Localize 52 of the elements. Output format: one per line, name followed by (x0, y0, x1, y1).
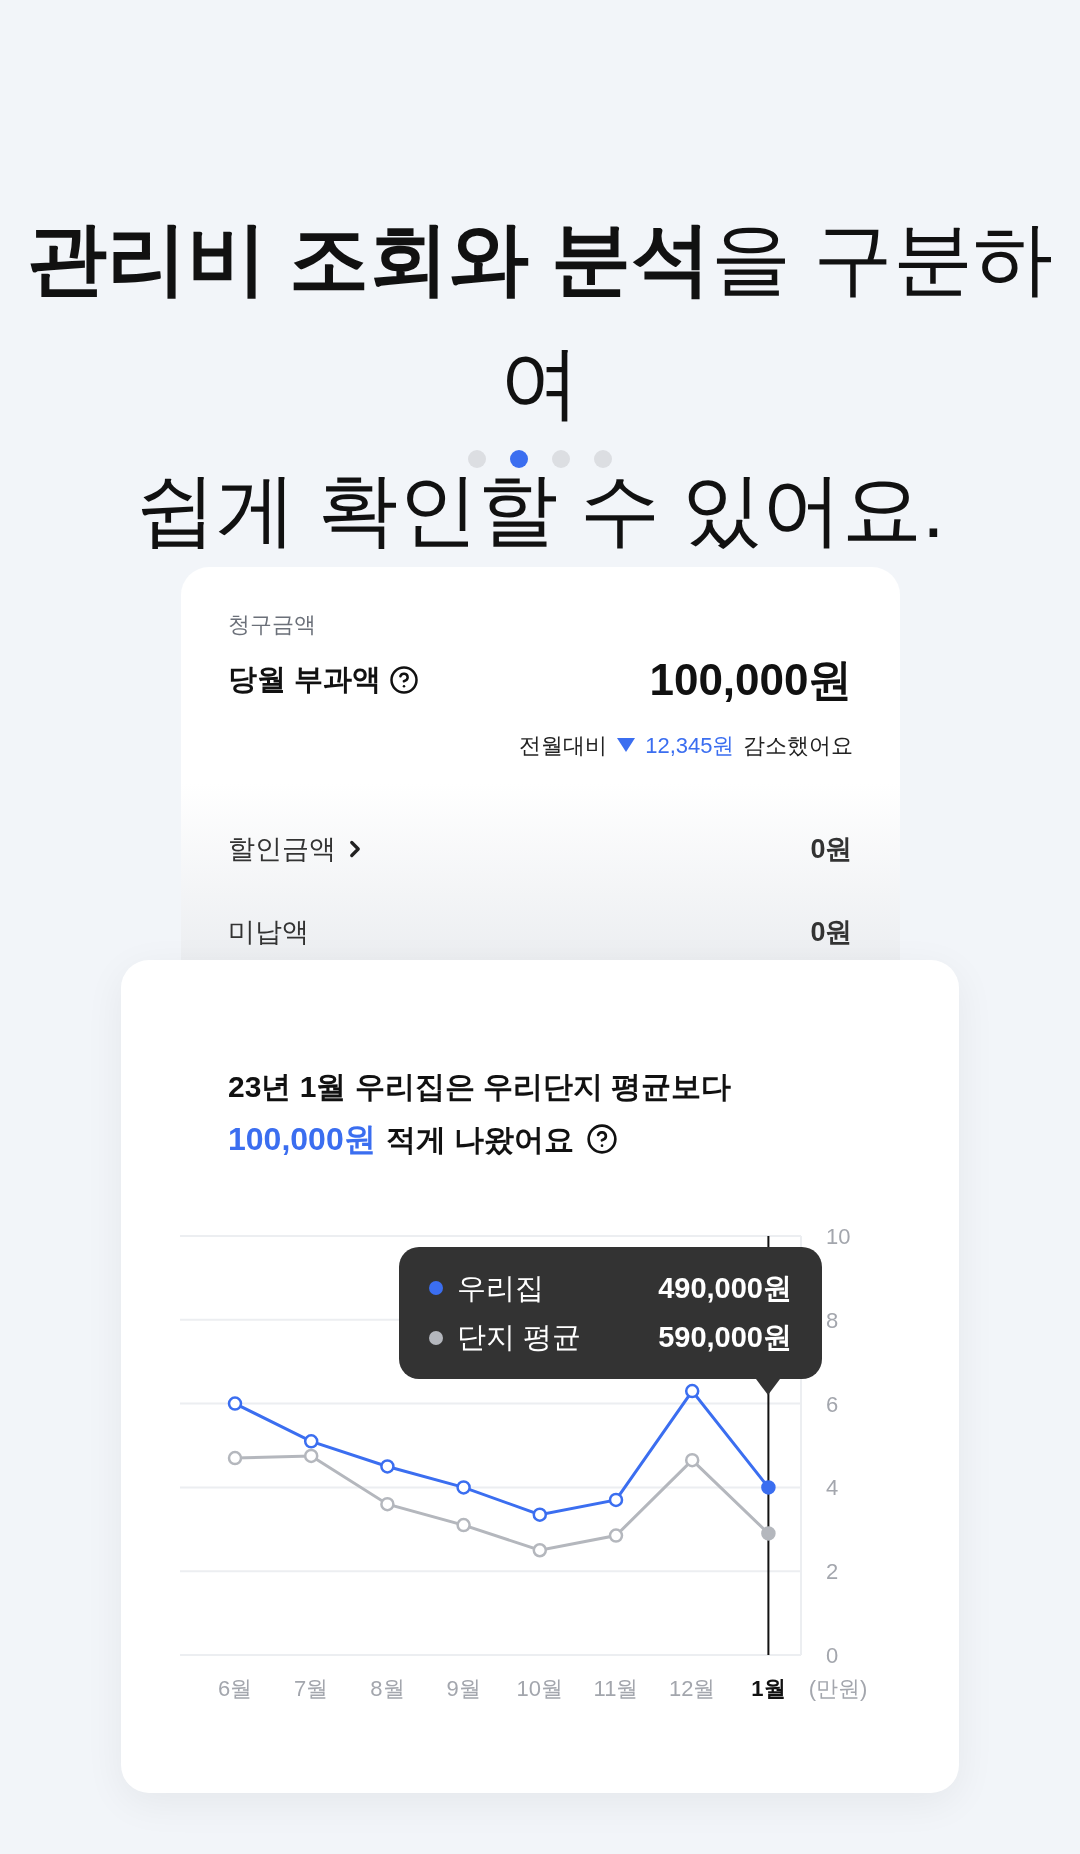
data-point (456, 1517, 471, 1533)
data-point (608, 1528, 624, 1543)
row-value: 0원 (810, 832, 853, 866)
axis-tick-label: 2 (826, 1559, 839, 1585)
headline: 관리비 조회와 분석을 구분하여 (25, 213, 1055, 429)
axis-tick-label: 4 (826, 1475, 839, 1501)
data-point (684, 1452, 700, 1468)
charge-label: 당월 부과액 (227, 662, 381, 698)
row-value: 0원 (810, 915, 853, 949)
analysis-title: 23년 1월 우리집은 우리단지 평균보다 (227, 1069, 733, 1105)
tooltip-label: 단지 평균 (457, 1320, 582, 1355)
headline: 쉽게 확인할 수 있어요. (134, 470, 946, 550)
comparison-amount: 12,345원 (645, 731, 735, 760)
axis-tick-label: 0 (826, 1643, 839, 1668)
difference-amount: 100,000원 (228, 1120, 376, 1159)
axis-tick-label: 10월 (516, 1676, 564, 1701)
data-point (761, 1526, 776, 1541)
tooltip-value: 590,000원 (658, 1320, 792, 1355)
data-point (380, 1459, 395, 1474)
axis-tick-label: 10 (826, 1224, 851, 1249)
data-point (227, 1396, 243, 1411)
axis-tick-label: 12월 (668, 1676, 716, 1701)
analysis-title-end: 적게 나왔어요 (385, 1121, 574, 1158)
help-icon[interactable] (586, 1123, 618, 1155)
data-point (456, 1480, 471, 1495)
axis-tick-label: 8 (826, 1307, 839, 1333)
data-point (380, 1496, 395, 1512)
tooltip-label: 우리집 (457, 1270, 544, 1306)
comparison-prefix: 전월대비 (519, 731, 608, 760)
data-point (227, 1450, 243, 1466)
help-icon[interactable] (388, 665, 419, 695)
axis-tick-label: 11월 (593, 1676, 639, 1701)
data-point (303, 1434, 319, 1449)
tooltip-value: 490,000원 (658, 1270, 792, 1306)
data-point (608, 1492, 624, 1508)
axis-tick-label: 6월 (217, 1676, 253, 1701)
data-point (303, 1448, 319, 1464)
row-label[interactable]: 할인금액 (227, 828, 336, 870)
axis-unit-label: (만원) (808, 1676, 868, 1701)
axis-tick-label: 6 (826, 1391, 839, 1417)
data-point (532, 1543, 548, 1558)
axis-tick-label: 9월 (446, 1676, 481, 1701)
row-label: 미납액 (227, 915, 309, 949)
axis-tick-label: 7월 (294, 1676, 329, 1701)
data-point (761, 1480, 776, 1495)
data-point (684, 1383, 700, 1399)
section-label: 청구금액 (227, 611, 317, 639)
comparison-suffix: 감소했어요 (742, 731, 853, 760)
axis-tick-label: 1월 (751, 1676, 786, 1701)
charge-amount: 100,000원 (649, 654, 853, 706)
data-point (532, 1507, 548, 1522)
axis-tick-label: 8월 (370, 1676, 405, 1701)
